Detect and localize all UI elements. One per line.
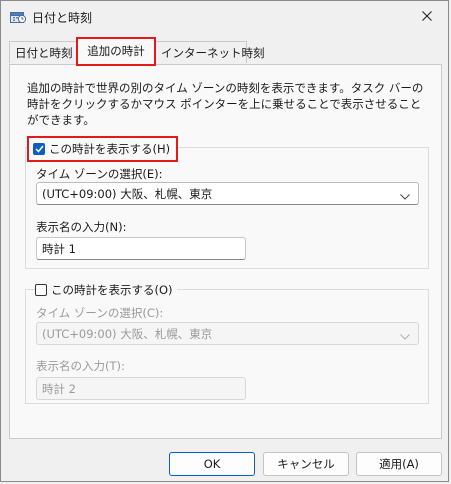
clock2-show-checkbox[interactable]: この時計を表示する(O) [35, 281, 177, 299]
clock1-show-checkbox[interactable]: この時計を表示する(H) [27, 136, 179, 162]
dialog-window: 日付と時刻 日付と時刻 追加の時計 インターネット時刻 追加の時計で世界の別のタ… [0, 0, 449, 482]
close-button[interactable] [404, 1, 450, 33]
clock2-timezone-select[interactable]: (UTC+09:00) 大阪、札幌、東京 [36, 322, 419, 345]
clock1-name-value: 時計 1 [42, 241, 76, 256]
tab-internet-time[interactable]: インターネット時刻 [155, 41, 265, 63]
tab-additional-clocks[interactable]: 追加の時計 [76, 37, 156, 66]
clock1-timezone-select[interactable]: (UTC+09:00) 大阪、札幌、東京 [36, 182, 419, 205]
clock2-name-input[interactable]: 時計 2 [36, 377, 246, 400]
chevron-down-icon [400, 329, 410, 343]
cancel-button[interactable]: キャンセル [263, 452, 349, 476]
apply-button[interactable]: 適用(A) [356, 452, 442, 476]
ok-button[interactable]: OK [169, 452, 255, 476]
clock1-name-input[interactable]: 時計 1 [36, 237, 246, 260]
clock1-show-label: この時計を表示する(H) [49, 142, 171, 156]
title-bar: 日付と時刻 [1, 1, 450, 33]
clock1-name-label: 表示名の入力(N): [36, 220, 127, 234]
clock1-timezone-value: (UTC+09:00) 大阪、札幌、東京 [42, 186, 213, 201]
description-text: 追加の時計で世界の別のタイム ゾーンの時刻を表示できます。タスク バーの時計をク… [27, 81, 424, 127]
date-time-icon [10, 10, 27, 24]
tab-panel: 追加の時計で世界の別のタイム ゾーンの時刻を表示できます。タスク バーの時計をク… [9, 64, 442, 439]
close-icon [422, 10, 432, 24]
clock2-name-value: 時計 2 [42, 381, 76, 396]
tab-date-time[interactable]: 日付と時刻 [9, 41, 77, 63]
clock2-timezone-label: タイム ゾーンの選択(C): [36, 306, 164, 320]
clock1-timezone-label: タイム ゾーンの選択(E): [36, 167, 163, 181]
check-icon [33, 143, 45, 155]
window-title: 日付と時刻 [32, 11, 93, 25]
clock2-show-label: この時計を表示する(O) [51, 283, 173, 297]
chevron-down-icon [400, 189, 410, 203]
clock2-name-label: 表示名の入力(T): [36, 359, 125, 373]
checkbox-empty-icon [35, 284, 47, 296]
clock2-timezone-value: (UTC+09:00) 大阪、札幌、東京 [42, 326, 213, 341]
